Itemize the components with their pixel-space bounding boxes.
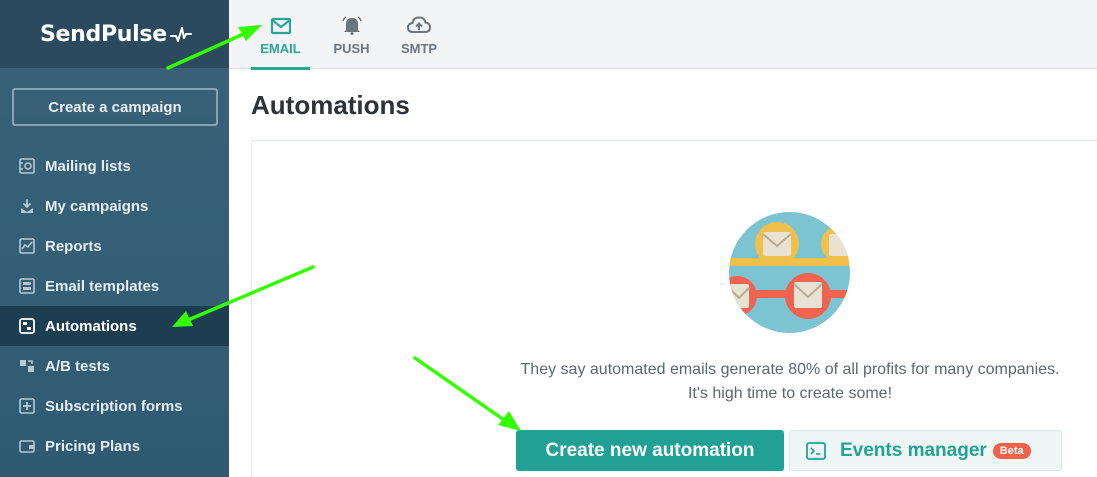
create-automation-button[interactable]: Create new automation bbox=[516, 430, 784, 471]
terminal-icon bbox=[806, 441, 826, 460]
forms-icon bbox=[18, 397, 36, 415]
tab-label: EMAIL bbox=[260, 41, 301, 56]
tab-push[interactable]: PUSH bbox=[327, 0, 376, 69]
events-manager-button[interactable]: Events manager Beta bbox=[789, 430, 1062, 471]
sidebar-item-ab-tests[interactable]: A/B tests bbox=[0, 346, 229, 386]
sidebar-item-subscription-forms[interactable]: Subscription forms bbox=[0, 386, 229, 426]
automation-illustration bbox=[729, 212, 850, 333]
sidebar-item-label: Pricing Plans bbox=[45, 437, 141, 455]
bell-icon bbox=[341, 13, 363, 35]
tab-label: SMTP bbox=[400, 41, 438, 56]
message-line-1: They say automated emails generate 80% o… bbox=[520, 361, 1060, 378]
pulse-icon bbox=[169, 27, 192, 42]
tab-smtp[interactable]: SMTP bbox=[395, 0, 443, 69]
message-line-2: It's high time to create some! bbox=[687, 385, 893, 402]
sidebar-item-label: Reports bbox=[45, 237, 102, 255]
product-tabs-bar: EMAIL PUSH SMTP bbox=[229, 0, 1097, 70]
logo[interactable]: SendPulse bbox=[0, 0, 229, 68]
sidebar-item-label: Subscription forms bbox=[45, 397, 183, 415]
sidebar-item-reports[interactable]: Reports bbox=[0, 226, 229, 266]
events-manager-label: Events manager bbox=[840, 439, 987, 461]
sidebar-item-email-templates[interactable]: Email templates bbox=[0, 266, 229, 306]
sidebar-item-mailing-lists[interactable]: Mailing lists bbox=[0, 146, 229, 186]
create-campaign-button[interactable]: Create a campaign bbox=[12, 88, 218, 126]
page-title: Automations bbox=[251, 90, 410, 120]
cloud-upload-icon bbox=[406, 13, 432, 35]
logo-text: SendPulse bbox=[40, 21, 167, 47]
sidebar: SendPulse Create a campaign Mailing list… bbox=[0, 0, 229, 477]
ab-tests-icon bbox=[18, 357, 36, 375]
sidebar-nav: Mailing lists My campaigns Reports Email… bbox=[0, 146, 229, 466]
sidebar-item-label: Email templates bbox=[45, 277, 160, 295]
envelope-icon bbox=[270, 13, 292, 35]
tab-email[interactable]: EMAIL bbox=[251, 0, 310, 70]
pricing-icon bbox=[18, 437, 36, 455]
mailing-list-icon bbox=[18, 157, 36, 175]
sidebar-item-label: A/B tests bbox=[45, 357, 111, 375]
templates-icon bbox=[18, 277, 36, 295]
campaigns-icon bbox=[18, 197, 36, 215]
sidebar-item-my-campaigns[interactable]: My campaigns bbox=[0, 186, 229, 226]
sidebar-item-label: Mailing lists bbox=[45, 157, 131, 175]
empty-state-message: They say automated emails generate 80% o… bbox=[460, 358, 1097, 406]
reports-icon bbox=[18, 237, 36, 255]
automations-icon bbox=[18, 317, 36, 335]
sidebar-item-label: Automations bbox=[45, 317, 137, 335]
empty-state-panel bbox=[251, 140, 1097, 477]
sidebar-item-label: My campaigns bbox=[45, 197, 149, 215]
tab-label: PUSH bbox=[333, 41, 370, 56]
sidebar-item-automations[interactable]: Automations bbox=[0, 306, 229, 346]
sidebar-item-pricing-plans[interactable]: Pricing Plans bbox=[0, 426, 229, 466]
beta-badge: Beta bbox=[992, 442, 1031, 459]
